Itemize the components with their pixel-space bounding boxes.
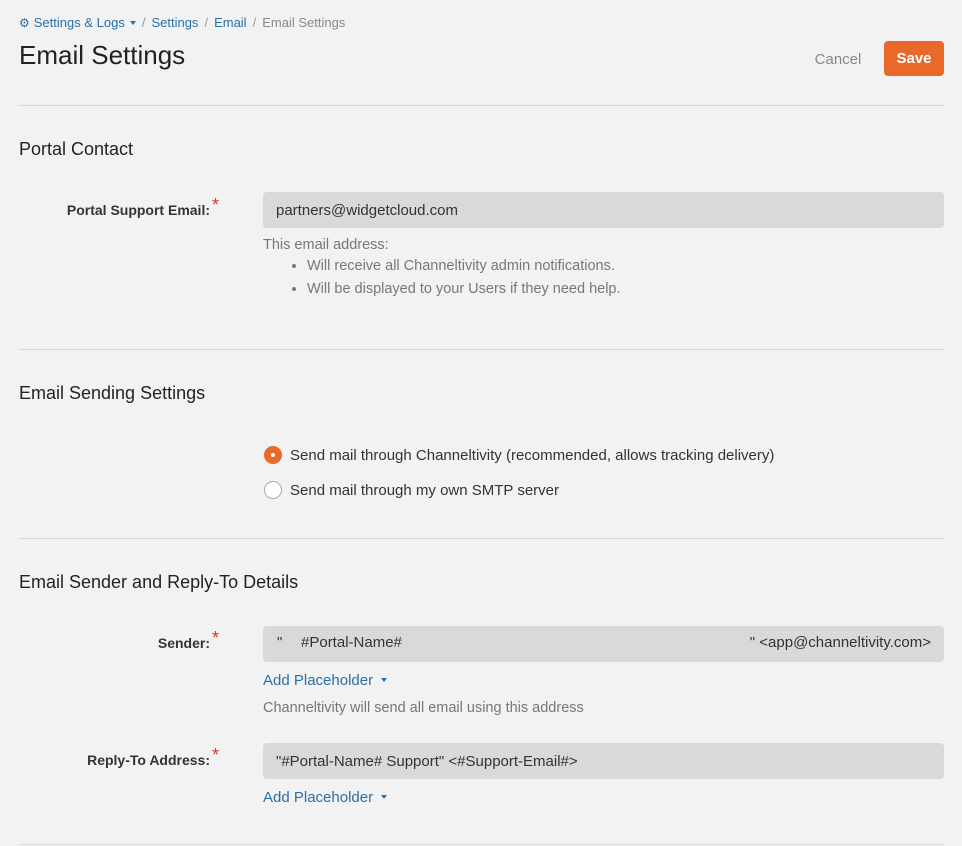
add-placeholder-label: Add Placeholder <box>263 789 374 806</box>
sender-input[interactable]: " #Portal-Name# " <app@channeltivity.com… <box>263 626 944 662</box>
breadcrumb-root-label: Settings & Logs <box>33 15 125 30</box>
help-item: Will be displayed to your Users if they … <box>307 280 621 298</box>
divider <box>19 538 944 539</box>
breadcrumb-separator: / <box>252 15 257 30</box>
reply-to-label: Reply-To Address: * <box>87 745 219 768</box>
gear-icon: ⚙ <box>19 16 30 30</box>
required-marker: * <box>211 745 219 765</box>
caret-down-icon <box>381 794 388 799</box>
breadcrumb-settings-logs[interactable]: ⚙ Settings & Logs <box>19 15 136 30</box>
breadcrumb-current: Email Settings <box>262 15 346 30</box>
breadcrumb-separator: / <box>141 15 146 30</box>
sender-quote-open: " <box>277 634 283 651</box>
sender-address-tail: " <app@channeltivity.com> <box>749 634 931 651</box>
radio-option-label: Send mail through my own SMTP server <box>290 481 559 499</box>
divider <box>19 844 944 845</box>
required-marker: * <box>211 628 219 648</box>
breadcrumb-email[interactable]: Email <box>214 15 247 30</box>
caret-down-icon <box>381 677 388 682</box>
divider <box>19 349 944 350</box>
add-placeholder-label: Add Placeholder <box>263 672 374 689</box>
required-marker: * <box>211 195 219 215</box>
reply-to-label-text: Reply-To Address: <box>87 752 210 768</box>
section-title-email-sending: Email Sending Settings <box>19 383 206 403</box>
radio-option-label: Send mail through Channeltivity (recomme… <box>290 446 775 464</box>
sender-label: Sender: * <box>157 628 219 651</box>
divider <box>19 105 944 106</box>
sender-help: Channeltivity will send all email using … <box>263 700 584 716</box>
support-email-label-text: Portal Support Email: <box>66 202 210 218</box>
radio-option-channeltivity[interactable]: Send mail through Channeltivity (recomme… <box>264 446 774 464</box>
cancel-button[interactable]: Cancel <box>806 41 870 77</box>
section-title-portal-contact: Portal Contact <box>19 139 134 159</box>
support-email-input[interactable] <box>263 192 944 228</box>
radio-option-smtp[interactable]: Send mail through my own SMTP server <box>264 481 559 499</box>
radio-selected-icon[interactable] <box>264 446 282 464</box>
sender-placeholder-token[interactable]: #Portal-Name# <box>301 634 402 651</box>
support-email-help: This email address: Will receive all Cha… <box>263 237 621 303</box>
add-placeholder-reply-button[interactable]: Add Placeholder <box>263 789 388 806</box>
reply-to-input[interactable] <box>263 743 944 779</box>
breadcrumb: ⚙ Settings & Logs / Settings / Email / Em… <box>19 15 345 30</box>
support-email-label: Portal Support Email: * <box>66 195 219 218</box>
breadcrumb-settings[interactable]: Settings <box>151 15 198 30</box>
save-button[interactable]: Save <box>884 41 944 76</box>
breadcrumb-separator: / <box>204 15 209 30</box>
page-title: Email Settings <box>19 40 186 70</box>
help-intro: This email address: <box>263 237 389 253</box>
section-title-sender-reply: Email Sender and Reply-To Details <box>19 572 299 592</box>
sender-label-text: Sender: <box>157 635 210 651</box>
radio-unselected-icon[interactable] <box>264 481 282 499</box>
help-item: Will receive all Channeltivity admin not… <box>307 257 621 275</box>
add-placeholder-sender-button[interactable]: Add Placeholder <box>263 672 388 689</box>
caret-down-icon <box>129 20 136 25</box>
help-list: Will receive all Channeltivity admin not… <box>263 257 621 298</box>
